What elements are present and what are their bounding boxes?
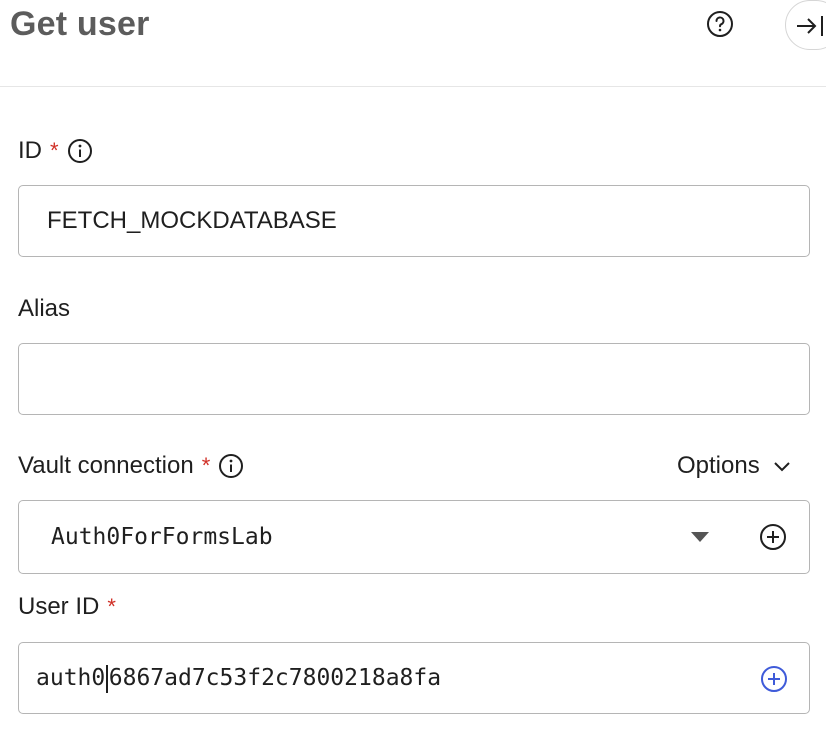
vault-connection-selected: Auth0ForFormsLab [51, 524, 273, 550]
user-id-value-prefix: auth0 [36, 665, 106, 691]
user-id-required-mark: * [107, 594, 116, 619]
info-icon[interactable] [218, 453, 244, 479]
options-toggle[interactable]: Options [677, 451, 792, 481]
id-label: ID [18, 137, 42, 164]
panel-title: Get user [10, 5, 150, 43]
alias-label-row: Alias [18, 294, 70, 324]
user-id-input[interactable]: auth0 6867ad7c53f2c7800218a8fa [18, 642, 810, 714]
collapse-panel-button[interactable] [785, 0, 826, 50]
insert-variable-icon[interactable] [760, 665, 788, 693]
help-circle-icon[interactable] [706, 10, 734, 38]
dropdown-caret-icon[interactable] [691, 532, 709, 542]
user-id-value-suffix: 6867ad7c53f2c7800218a8fa [108, 665, 442, 691]
id-input-value: FETCH_MOCKDATABASE [47, 207, 337, 234]
chevron-down-icon [774, 462, 790, 472]
options-label: Options [677, 452, 760, 479]
vault-connection-label-row: Vault connection * [18, 451, 244, 481]
info-icon[interactable] [67, 138, 93, 164]
collapse-panel-right-icon [797, 16, 823, 36]
add-connection-icon[interactable] [759, 523, 787, 551]
id-required-mark: * [50, 138, 59, 163]
alias-input[interactable] [18, 343, 810, 415]
alias-label: Alias [18, 295, 71, 322]
text-cursor [106, 664, 108, 693]
user-id-label-row: User ID * [18, 592, 116, 622]
vault-connection-select[interactable]: Auth0ForFormsLab [18, 500, 810, 574]
id-label-row: ID * [18, 136, 93, 166]
vault-connection-required-mark: * [201, 453, 211, 478]
user-id-label: User ID [18, 593, 100, 620]
panel-header: Get user [0, 0, 826, 87]
user-id-input-value: auth0 6867ad7c53f2c7800218a8fa [36, 643, 441, 713]
vault-connection-label: Vault connection [18, 452, 194, 479]
id-input[interactable]: FETCH_MOCKDATABASE [18, 185, 810, 257]
